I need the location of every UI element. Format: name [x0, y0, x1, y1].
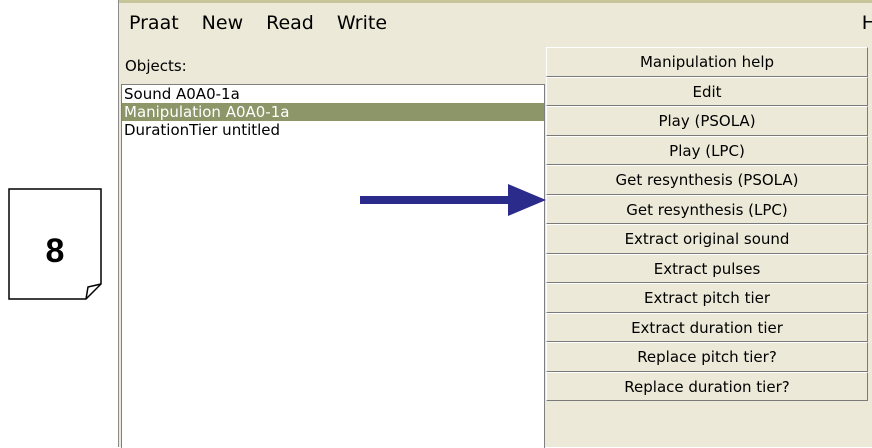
edit-button[interactable]: Edit: [546, 76, 868, 106]
menu-read[interactable]: Read: [256, 12, 327, 34]
extract-pitch-tier-button[interactable]: Extract pitch tier: [546, 283, 868, 313]
objects-list[interactable]: Sound A0A0-1a Manipulation A0A0-1a Durat…: [121, 84, 545, 448]
objects-label: Objects:: [125, 57, 187, 75]
object-manipulation[interactable]: Manipulation A0A0-1a: [122, 103, 544, 121]
page-number: 8: [45, 232, 65, 270]
get-resynthesis-psola-button[interactable]: Get resynthesis (PSOLA): [546, 165, 868, 195]
extract-pulses-button[interactable]: Extract pulses: [546, 253, 868, 283]
play-psola-button[interactable]: Play (PSOLA): [546, 106, 868, 136]
play-lpc-button[interactable]: Play (LPC): [546, 135, 868, 165]
menubar: Praat New Read Write H: [119, 3, 872, 43]
replace-pitch-tier-button[interactable]: Replace pitch tier?: [546, 342, 868, 372]
manipulation-help-button[interactable]: Manipulation help: [546, 47, 868, 77]
praat-objects-window: Praat New Read Write H Objects: Sound A0…: [118, 0, 872, 448]
get-resynthesis-lpc-button[interactable]: Get resynthesis (LPC): [546, 194, 868, 224]
command-buttons: Manipulation help Edit Play (PSOLA) Play…: [546, 47, 868, 401]
right-arrow-icon: [360, 184, 546, 216]
menu-write[interactable]: Write: [327, 12, 400, 34]
extract-original-sound-button[interactable]: Extract original sound: [546, 224, 868, 254]
object-durationtier[interactable]: DurationTier untitled: [122, 121, 544, 139]
menu-help[interactable]: H: [862, 3, 872, 43]
menu-new[interactable]: New: [192, 12, 256, 34]
extract-duration-tier-button[interactable]: Extract duration tier: [546, 312, 868, 342]
pointer-arrow: [360, 184, 546, 220]
object-sound[interactable]: Sound A0A0-1a: [122, 85, 544, 103]
menu-praat[interactable]: Praat: [119, 12, 192, 34]
page-number-badge: 8: [8, 188, 102, 300]
replace-duration-tier-button[interactable]: Replace duration tier?: [546, 371, 868, 401]
